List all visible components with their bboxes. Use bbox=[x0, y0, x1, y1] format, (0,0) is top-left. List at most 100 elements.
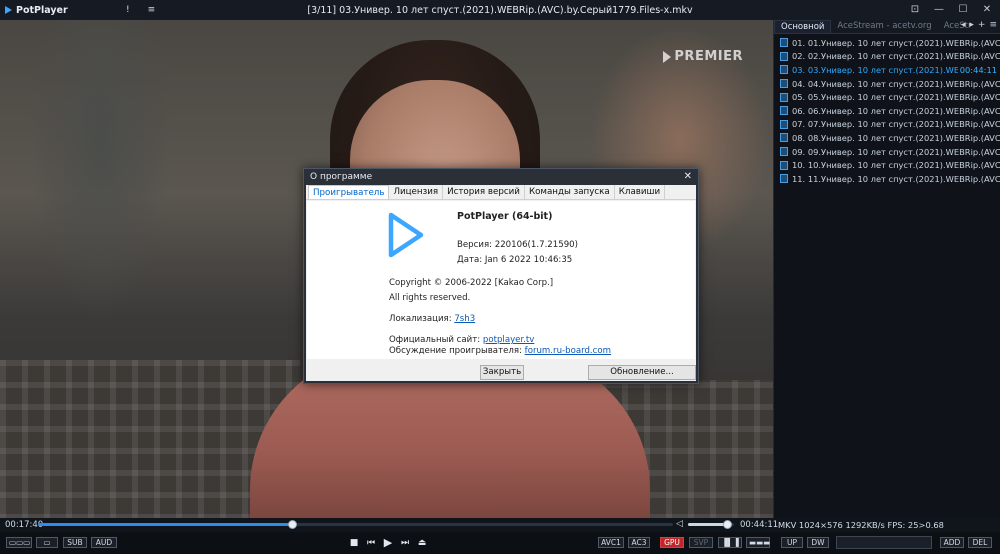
dialog-title-bar: О программе ✕ bbox=[304, 169, 698, 185]
playlist-item[interactable]: 06. 06.Универ. 10 лет спуст.(2021).WEBRi… bbox=[774, 104, 1000, 118]
localization-line: Локализация: 7sh3 bbox=[389, 314, 475, 324]
total-time: 00:44:11 bbox=[740, 520, 779, 530]
video-file-icon bbox=[780, 65, 788, 75]
move-up-button[interactable]: UP bbox=[781, 537, 803, 548]
localization-label: Локализация: bbox=[389, 314, 452, 324]
forum-label: Обсуждение проигрывателя: bbox=[389, 346, 522, 356]
rights-text: All rights reserved. bbox=[389, 293, 471, 303]
menu-icon[interactable]: ≡ bbox=[148, 5, 156, 15]
dialog-title: О программе bbox=[310, 172, 373, 182]
watermark-text: PREMIER bbox=[674, 49, 743, 64]
playlist-item[interactable]: 10. 10.Универ. 10 лет спуст.(2021).WEBRi… bbox=[774, 158, 1000, 172]
seek-bar[interactable] bbox=[38, 520, 673, 529]
close-button[interactable]: ✕ bbox=[980, 3, 994, 17]
equalizer-button[interactable]: ▐▌▐ bbox=[718, 537, 742, 548]
tab-player[interactable]: Проигрыватель bbox=[308, 185, 390, 199]
playlist-toggle-button[interactable]: ▬▬▬ bbox=[746, 537, 770, 548]
volume-level bbox=[688, 523, 728, 526]
potplayer-window: PotPlayer ! ≡ [3/11] 03.Универ. 10 лет с… bbox=[0, 0, 1000, 554]
playlist-tabs: Основной AceStream - acetv.org AceStr ◂ … bbox=[774, 20, 1000, 34]
playlist-panel: Основной AceStream - acetv.org AceStr ◂ … bbox=[773, 20, 1000, 518]
site-line: Официальный сайт: potplayer.tv bbox=[389, 335, 534, 345]
tab-version-history[interactable]: История версий bbox=[443, 185, 525, 199]
product-name: PotPlayer (64-bit) bbox=[457, 211, 553, 222]
seek-bar-row: 00:17:40 ◁ 00:44:11 MKV 1024×576 1292KB/… bbox=[0, 518, 1000, 532]
play-button[interactable]: ▶ bbox=[382, 537, 394, 549]
tab-hotkeys[interactable]: Клавиши bbox=[615, 185, 666, 199]
audio-button[interactable]: AUD bbox=[91, 537, 117, 548]
close-dialog-button[interactable]: Закрыть bbox=[480, 365, 524, 380]
app-menu-button[interactable]: PotPlayer bbox=[0, 5, 120, 16]
site-label: Официальный сайт: bbox=[389, 335, 481, 345]
item-duration: 00:44:11 bbox=[959, 64, 997, 75]
volume-handle[interactable] bbox=[723, 520, 733, 529]
app-name: PotPlayer bbox=[16, 4, 68, 16]
video-file-icon bbox=[780, 106, 788, 116]
add-button[interactable]: ADD bbox=[940, 537, 964, 548]
site-link[interactable]: potplayer.tv bbox=[483, 335, 535, 345]
volume-slider[interactable] bbox=[688, 520, 734, 529]
playlist-item[interactable]: 11. 11.Универ. 10 лет спуст.(2021).WEBRi… bbox=[774, 172, 1000, 186]
video-file-icon bbox=[780, 79, 788, 89]
video-file-icon bbox=[780, 174, 788, 184]
playlist-item[interactable]: 04. 04.Универ. 10 лет спуст.(2021).WEBRi… bbox=[774, 77, 1000, 91]
previous-button[interactable]: ⏮ bbox=[365, 537, 377, 549]
potplayer-logo-icon bbox=[5, 6, 12, 14]
version-text: Версия: 220106(1.7.21590) bbox=[457, 240, 578, 250]
localization-link[interactable]: 7sh3 bbox=[454, 314, 475, 324]
aspect-ratio-button[interactable]: ▭▭▭ bbox=[6, 537, 32, 548]
dialog-close-icon[interactable]: ✕ bbox=[684, 169, 692, 185]
update-button[interactable]: Обновление... bbox=[588, 365, 696, 380]
seek-handle[interactable] bbox=[288, 520, 297, 529]
tab-acestream[interactable]: AceStream - acetv.org bbox=[831, 20, 937, 33]
chevron-left-icon[interactable]: ◂ bbox=[961, 20, 966, 30]
playlist-item[interactable]: 02. 02.Универ. 10 лет спуст.(2021).WEBRi… bbox=[774, 50, 1000, 64]
gpu-badge[interactable]: GPU bbox=[660, 537, 684, 548]
seek-progress bbox=[38, 523, 292, 526]
tab-main[interactable]: Основной bbox=[774, 20, 832, 33]
forum-link[interactable]: forum.ru-board.com bbox=[525, 346, 611, 356]
playlist-search-input[interactable] bbox=[836, 536, 932, 549]
playlist-item-current[interactable]: 03. 03.Универ. 10 лет спуст.(2021).WEBRi… bbox=[774, 63, 1000, 77]
tab-command-line[interactable]: Команды запуска bbox=[525, 185, 615, 199]
window-controls: ⊡ — ☐ ✕ bbox=[908, 3, 994, 17]
maximize-button[interactable]: ☐ bbox=[956, 3, 970, 17]
svp-badge[interactable]: SVP bbox=[689, 537, 713, 548]
screen-mode-button[interactable]: ▭ bbox=[36, 537, 58, 548]
playlist-item[interactable]: 09. 09.Универ. 10 лет спуст.(2021).WEBRi… bbox=[774, 145, 1000, 159]
dialog-body: Проигрыватель Лицензия История версий Ко… bbox=[306, 185, 696, 381]
move-down-button[interactable]: DW bbox=[807, 537, 829, 548]
forum-line: Обсуждение проигрывателя: forum.ru-board… bbox=[389, 346, 611, 356]
playlist: 01. 01.Универ. 10 лет спуст.(2021).WEBRi… bbox=[774, 34, 1000, 186]
title-extras: ! ≡ bbox=[126, 5, 155, 15]
info-button[interactable]: ! bbox=[126, 5, 130, 15]
video-file-icon bbox=[780, 147, 788, 157]
pin-icon[interactable]: ⊡ bbox=[908, 3, 922, 17]
channel-watermark: PREMIER bbox=[663, 49, 743, 64]
add-tab-icon[interactable]: + bbox=[978, 20, 986, 30]
playlist-item[interactable]: 05. 05.Универ. 10 лет спуст.(2021).WEBRi… bbox=[774, 90, 1000, 104]
chevron-right-icon[interactable]: ▸ bbox=[969, 20, 974, 30]
playlist-item[interactable]: 01. 01.Универ. 10 лет спуст.(2021).WEBRi… bbox=[774, 36, 1000, 50]
subtitle-button[interactable]: SUB bbox=[63, 537, 87, 548]
video-codec-badge[interactable]: AVC1 bbox=[598, 537, 624, 548]
next-button[interactable]: ⏭ bbox=[399, 537, 411, 549]
video-file-icon bbox=[780, 92, 788, 102]
tab-controls: ◂ ▸ + ≡ bbox=[961, 20, 997, 30]
date-text: Дата: Jan 6 2022 10:46:35 bbox=[457, 255, 573, 265]
audio-codec-badge[interactable]: AC3 bbox=[628, 537, 650, 548]
tab-license[interactable]: Лицензия bbox=[389, 185, 444, 199]
media-info: MKV 1024×576 1292KB/s FPS: 25>0.68 bbox=[778, 520, 944, 530]
minimize-button[interactable]: — bbox=[932, 3, 946, 17]
title-bar: PotPlayer ! ≡ [3/11] 03.Универ. 10 лет с… bbox=[0, 0, 1000, 20]
playlist-item[interactable]: 07. 07.Универ. 10 лет спуст.(2021).WEBRi… bbox=[774, 118, 1000, 132]
volume-icon[interactable]: ◁ bbox=[676, 519, 683, 529]
delete-button[interactable]: DEL bbox=[968, 537, 992, 548]
video-file-icon bbox=[780, 133, 788, 143]
playlist-menu-icon[interactable]: ≡ bbox=[989, 20, 997, 30]
about-dialog: О программе ✕ Проигрыватель Лицензия Ист… bbox=[303, 168, 699, 384]
video-file-icon bbox=[780, 38, 788, 48]
playlist-item[interactable]: 08. 08.Универ. 10 лет спуст.(2021).WEBRi… bbox=[774, 131, 1000, 145]
stop-button[interactable]: ■ bbox=[348, 537, 360, 549]
eject-button[interactable]: ⏏ bbox=[416, 537, 428, 549]
